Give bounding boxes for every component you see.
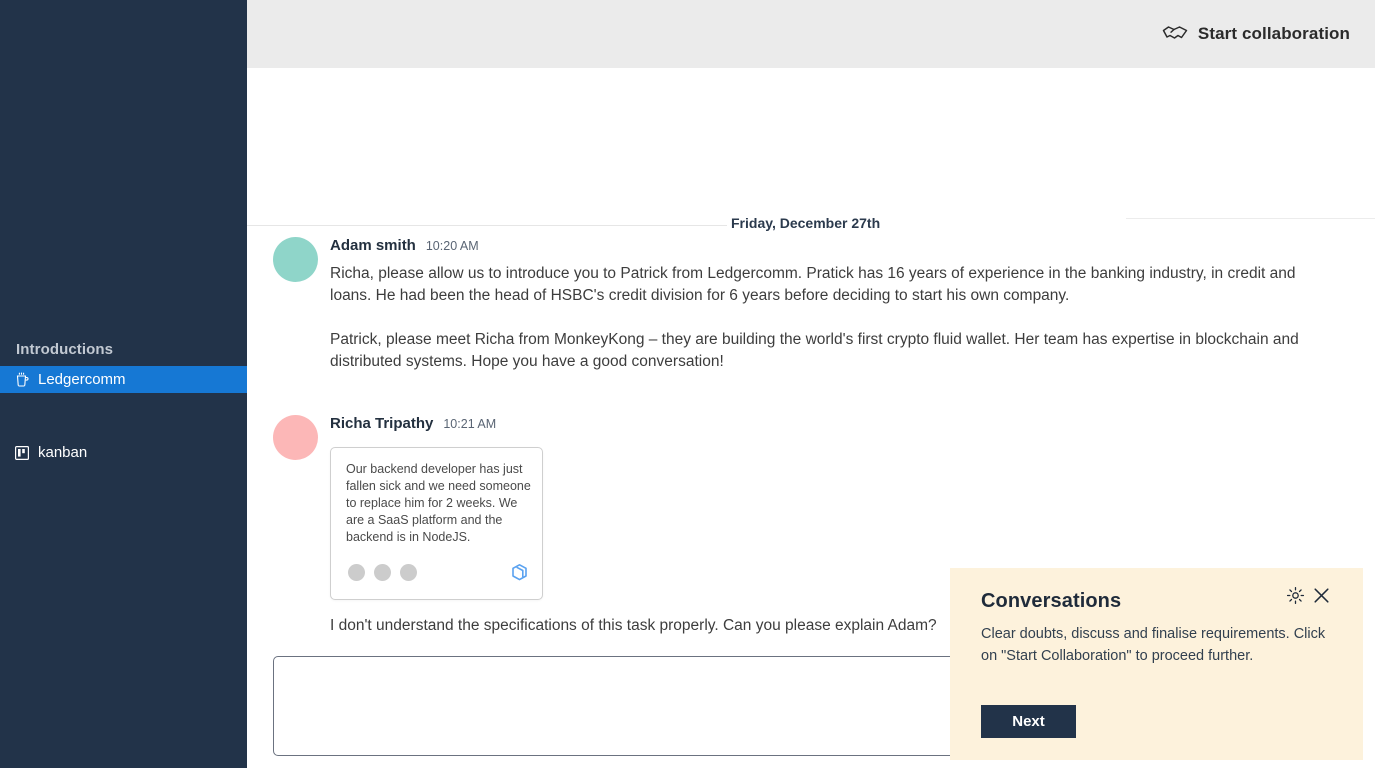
message-paragraph: Patrick, please meet Richa from MonkeyKo… [330,331,1299,370]
top-header: Start collaboration [247,0,1375,68]
message-header: Richa Tripathy 10:21 AM [330,415,1363,435]
cup-icon [14,372,30,388]
message-header: Adam smith 10:20 AM [330,237,1363,257]
start-collaboration-label: Start collaboration [1197,24,1350,43]
avatar [273,415,318,460]
message-adam: Adam smith 10:20 AM Richa, please allow … [273,237,1363,373]
start-collaboration-button[interactable]: Start collaboration [1162,23,1350,46]
sidebar-item-kanban[interactable]: kanban [0,439,247,466]
popup-next-button[interactable]: Next [981,705,1076,738]
popup-title: Conversations [981,590,1122,612]
sidebar-section-label: Introductions [16,341,114,358]
popup-description: Clear doubts, discuss and finalise requi… [981,626,1326,664]
avatar-placeholder [400,564,417,581]
task-preview-avatar-placeholders [348,564,417,581]
task-preview-card[interactable]: Our backend developer has just fallen si… [330,447,543,600]
board-icon [14,445,30,461]
cube-logo-icon [510,563,529,582]
message-author: Richa Tripathy [330,415,434,432]
message-body: Adam smith 10:20 AM Richa, please allow … [330,237,1363,373]
avatar [273,237,318,282]
avatar-placeholder [374,564,391,581]
sidebar-item-label: Ledgercomm [38,371,126,388]
message-paragraph: Richa, please allow us to introduce you … [330,265,1296,304]
handshake-icon [1162,23,1188,46]
sidebar-item-label: kanban [38,444,88,461]
message-timestamp: 10:21 AM [443,417,497,431]
sidebar: Introductions Ledgercomm kanban [0,0,247,768]
onboarding-popup: Conversations Clear doubts, discuss and … [950,568,1363,760]
message-separator-rule [1126,218,1375,219]
task-preview-text: Our backend developer has just fallen si… [346,462,531,544]
message-timestamp: 10:20 AM [425,239,479,253]
gear-icon[interactable] [1286,586,1305,605]
date-divider-line [247,225,727,226]
message-author: Adam smith [330,237,416,254]
sidebar-item-ledgercomm[interactable]: Ledgercomm [0,366,247,393]
date-divider-label: Friday, December 27th [731,215,881,231]
avatar-placeholder [348,564,365,581]
close-icon[interactable] [1312,586,1331,605]
popup-icon-actions [1286,586,1331,605]
app-root: Introductions Ledgercomm kanban Start co… [0,0,1375,768]
